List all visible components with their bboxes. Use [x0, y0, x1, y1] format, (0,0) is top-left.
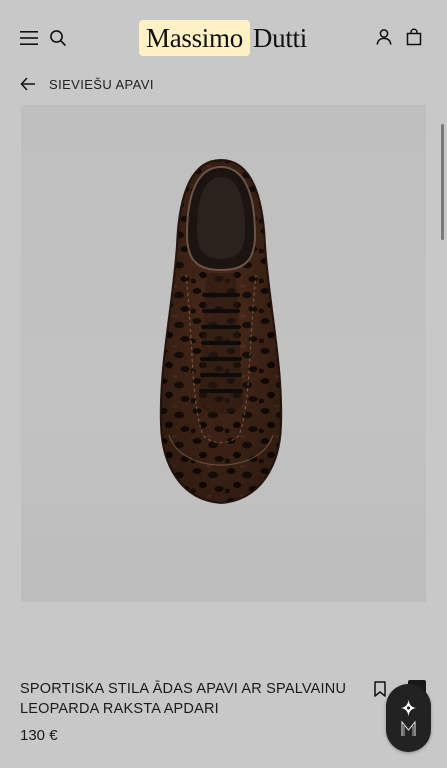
logo-text-right: Dutti	[252, 23, 307, 53]
page-scrollbar[interactable]	[441, 124, 444, 240]
search-icon[interactable]	[49, 29, 67, 47]
shopping-bag-icon[interactable]	[405, 28, 423, 46]
product-page: Massimo Dutti SIEVIEŠU APAVI SPORTISKA S…	[0, 0, 447, 768]
bookmark-icon[interactable]	[373, 681, 387, 697]
assistant-button[interactable]	[386, 684, 431, 752]
assistant-logo-icon	[401, 700, 416, 736]
logo-text-left: Massimo	[139, 20, 250, 56]
arrow-left-icon	[20, 77, 35, 91]
breadcrumb-back[interactable]: SIEVIEŠU APAVI	[20, 74, 154, 94]
top-header: Massimo Dutti	[0, 0, 447, 76]
product-price: 130 €	[20, 727, 58, 744]
user-icon[interactable]	[375, 28, 393, 46]
product-title: SPORTISKA STILA ĀDAS APAVI AR SPALVAINU …	[20, 681, 347, 717]
brand-logo[interactable]: Massimo Dutti	[139, 20, 307, 56]
menu-icon[interactable]	[20, 29, 38, 47]
breadcrumb-label: SIEVIEŠU APAVI	[49, 76, 154, 92]
product-image[interactable]	[21, 105, 426, 602]
